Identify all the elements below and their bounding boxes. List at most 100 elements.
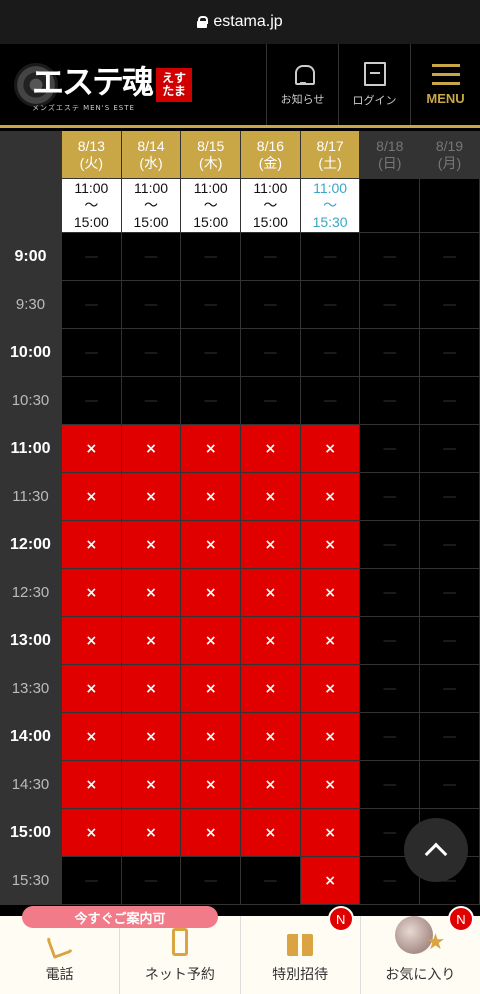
scroll-to-top-button[interactable]	[404, 818, 468, 882]
time-label: 10:00	[0, 329, 62, 377]
slot-full[interactable]: ×	[62, 617, 122, 665]
hours-from: 11:00	[193, 180, 228, 196]
star-icon: ★	[425, 930, 446, 955]
slot-full[interactable]: ×	[241, 665, 301, 713]
slot-unavailable: —	[360, 425, 421, 473]
hours-from: 11:00	[134, 180, 169, 196]
slot-full[interactable]: ×	[121, 761, 182, 809]
slot-unavailable: —	[420, 329, 480, 377]
slot-full[interactable]: ×	[300, 809, 361, 857]
slot-unavailable: —	[420, 281, 480, 329]
slot-full[interactable]: ×	[62, 473, 122, 521]
slot-full[interactable]: ×	[62, 713, 122, 761]
hours-separator: 〜	[263, 197, 278, 213]
slot-full[interactable]: ×	[121, 809, 182, 857]
slot-full[interactable]: ×	[300, 665, 361, 713]
slot-full[interactable]: ×	[241, 809, 301, 857]
slot-unavailable: —	[360, 665, 421, 713]
slot-full[interactable]: ×	[241, 713, 301, 761]
day-header[interactable]: 8/17 (土)	[300, 131, 361, 179]
slot-unavailable: —	[420, 473, 480, 521]
slot-full[interactable]: ×	[121, 569, 182, 617]
slot-unavailable: —	[300, 233, 361, 281]
slot-unavailable: —	[360, 617, 421, 665]
slot-full[interactable]: ×	[121, 665, 182, 713]
bottom-nav-item[interactable]: N 特別招待	[241, 906, 361, 994]
slot-unavailable: —	[62, 857, 122, 905]
bottom-nav-label: 特別招待	[272, 967, 329, 983]
slot-full[interactable]: ×	[181, 809, 242, 857]
slot-full[interactable]: ×	[181, 617, 242, 665]
slot-full[interactable]: ×	[181, 665, 242, 713]
slot-full[interactable]: ×	[121, 713, 182, 761]
slot-full[interactable]: ×	[241, 521, 301, 569]
slot-unavailable: —	[181, 377, 242, 425]
login-button[interactable]: ログイン	[338, 44, 410, 125]
time-label: 9:30	[0, 281, 62, 329]
time-label: 15:30	[0, 857, 62, 905]
day-hours: 11:00 〜 15:00	[62, 179, 122, 233]
slot-full[interactable]: ×	[241, 761, 301, 809]
slot-unavailable: —	[241, 281, 301, 329]
time-label: 13:30	[0, 665, 62, 713]
slot-full[interactable]: ×	[62, 761, 122, 809]
slot-full[interactable]: ×	[300, 713, 361, 761]
day-weekday: (金)	[258, 154, 283, 171]
slot-unavailable: —	[62, 329, 122, 377]
slot-full[interactable]: ×	[121, 473, 182, 521]
slot-unavailable: —	[62, 233, 122, 281]
slot-full[interactable]: ×	[300, 521, 361, 569]
slot-full[interactable]: ×	[121, 617, 182, 665]
slot-full[interactable]: ×	[300, 425, 361, 473]
browser-url-bar[interactable]: estama.jp	[0, 0, 480, 44]
slot-full[interactable]: ×	[241, 569, 301, 617]
slot-unavailable: —	[420, 521, 480, 569]
slot-full[interactable]: ×	[62, 665, 122, 713]
day-header[interactable]: 8/18 (日)	[360, 131, 421, 179]
day-header[interactable]: 8/16 (金)	[241, 131, 301, 179]
slot-full[interactable]: ×	[300, 473, 361, 521]
slot-full[interactable]: ×	[181, 521, 242, 569]
bell-icon	[292, 63, 315, 85]
bottom-nav-item[interactable]: N ★ お気に入り	[361, 906, 480, 994]
slot-full[interactable]: ×	[241, 473, 301, 521]
slot-full[interactable]: ×	[62, 809, 122, 857]
slot-full[interactable]: ×	[121, 425, 182, 473]
bottom-nav-label: 電話	[45, 967, 74, 983]
day-header[interactable]: 8/13 (火)	[62, 131, 122, 179]
slot-unavailable: —	[241, 329, 301, 377]
slot-full[interactable]: ×	[300, 617, 361, 665]
slot-unavailable: —	[241, 857, 301, 905]
slot-full[interactable]: ×	[62, 521, 122, 569]
hours-separator: 〜	[144, 197, 159, 213]
menu-button[interactable]: MENU	[410, 44, 480, 125]
slot-full[interactable]: ×	[300, 569, 361, 617]
slot-full[interactable]: ×	[181, 425, 242, 473]
day-weekday: (月)	[437, 154, 462, 171]
slot-full[interactable]: ×	[181, 761, 242, 809]
day-header[interactable]: 8/19 (月)	[420, 131, 480, 179]
notice-button[interactable]: お知らせ	[266, 44, 338, 125]
day-header[interactable]: 8/15 (木)	[181, 131, 242, 179]
slot-unavailable: —	[300, 281, 361, 329]
slot-full[interactable]: ×	[181, 569, 242, 617]
day-hours: 11:00 〜 15:00	[181, 179, 242, 233]
slot-full[interactable]: ×	[300, 857, 361, 905]
slot-full[interactable]: ×	[241, 617, 301, 665]
day-header[interactable]: 8/14 (水)	[121, 131, 182, 179]
slot-unavailable: —	[420, 761, 480, 809]
slot-full[interactable]: ×	[181, 473, 242, 521]
slot-unavailable: —	[360, 713, 421, 761]
hours-separator: 〜	[203, 197, 218, 213]
slot-full[interactable]: ×	[62, 425, 122, 473]
notice-label: お知らせ	[280, 92, 325, 106]
slot-unavailable: —	[360, 377, 421, 425]
slot-full[interactable]: ×	[300, 761, 361, 809]
day-weekday: (水)	[139, 154, 163, 171]
slot-full[interactable]: ×	[62, 569, 122, 617]
time-label: 15:00	[0, 809, 62, 857]
slot-full[interactable]: ×	[241, 425, 301, 473]
site-logo[interactable]: エステ魂 メンズエステ MEN'S ESTE えす たま	[0, 44, 266, 125]
slot-full[interactable]: ×	[181, 713, 242, 761]
slot-full[interactable]: ×	[121, 521, 182, 569]
